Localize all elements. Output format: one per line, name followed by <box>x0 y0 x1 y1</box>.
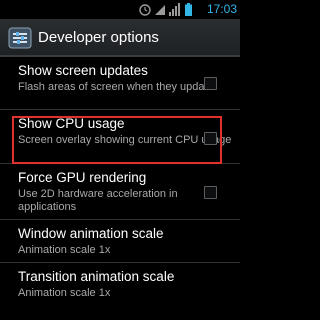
preferences-list: Show screen updates Flash areas of scree… <box>0 57 240 308</box>
pref-force-gpu-rendering[interactable]: Force GPU rendering Use 2D hardware acce… <box>0 164 240 220</box>
pref-title: Force GPU rendering <box>18 170 147 185</box>
signal-icon <box>169 3 180 16</box>
settings-icon[interactable] <box>8 27 32 49</box>
pref-window-animation-scale[interactable]: Window animation scale Animation scale 1… <box>0 220 240 263</box>
pref-summary: Screen overlay showing current CPU usage <box>18 134 232 146</box>
show-cpu-usage-checkbox[interactable] <box>204 132 217 145</box>
pref-show-screen-updates[interactable]: Show screen updates Flash areas of scree… <box>0 57 240 110</box>
pref-summary: Animation scale 1x <box>18 244 111 256</box>
pref-summary: Animation scale 1x <box>18 287 111 299</box>
action-bar: Developer options <box>0 19 240 57</box>
status-bar: 17:03 <box>0 0 240 19</box>
pref-transition-animation-scale[interactable]: Transition animation scale Animation sca… <box>0 263 240 308</box>
alarm-icon <box>139 4 151 16</box>
battery-icon <box>185 3 192 16</box>
wifi-icon <box>155 5 165 15</box>
status-time: 17:03 <box>206 2 237 16</box>
pref-title: Show CPU usage <box>18 116 125 131</box>
show-screen-updates-checkbox[interactable] <box>204 77 217 90</box>
pref-summary: Flash areas of screen when they update <box>18 81 214 93</box>
pref-summary: Use 2D hardware acceleration in applicat… <box>18 188 178 213</box>
pref-title: Transition animation scale <box>18 269 175 284</box>
force-gpu-rendering-checkbox[interactable] <box>204 186 217 199</box>
pref-show-cpu-usage[interactable]: Show CPU usage Screen overlay showing cu… <box>0 110 240 164</box>
status-icons <box>139 3 192 16</box>
page-title: Developer options <box>38 29 159 46</box>
pref-title: Show screen updates <box>18 63 148 78</box>
pref-title: Window animation scale <box>18 226 164 241</box>
